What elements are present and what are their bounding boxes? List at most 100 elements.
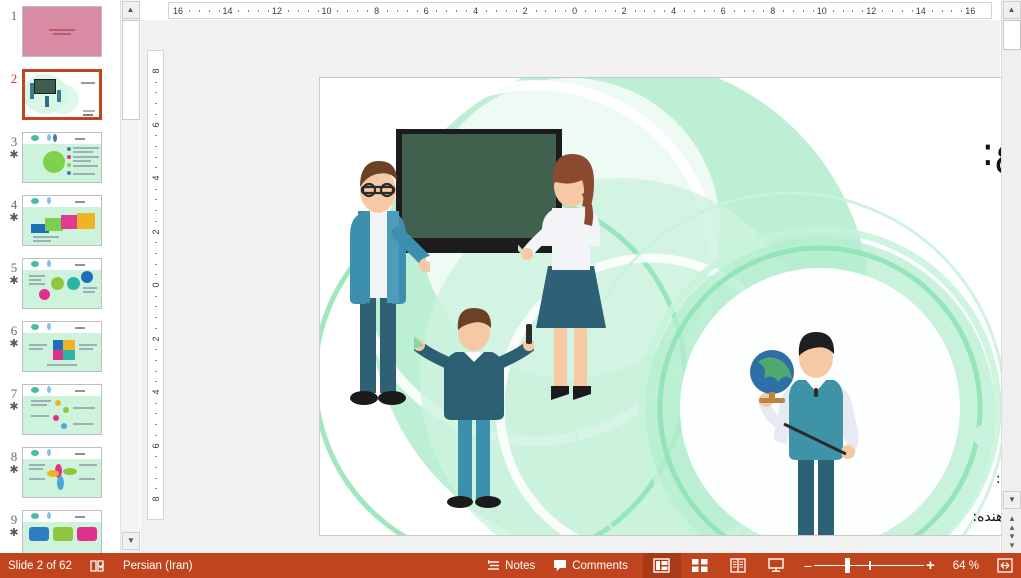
thumbnail-slide-6[interactable]: 6 ✱ (0, 321, 120, 384)
ruler-tick-h (268, 10, 269, 12)
thumbnail-slide-9[interactable]: 9 ✱ (0, 510, 120, 553)
thumbnail-frame[interactable] (22, 384, 102, 435)
proofing-status-button[interactable] (81, 553, 114, 578)
ruler-label-h: 2 (622, 6, 627, 16)
scroll-down-button[interactable]: ▼ (1003, 491, 1021, 509)
slide-show-view-button[interactable] (757, 553, 795, 578)
zoom-slider[interactable] (814, 553, 924, 578)
panel-scroll-thumb[interactable] (122, 20, 140, 120)
thumbnail-preview (23, 133, 101, 182)
thumbnail-slide-8[interactable]: 8 ✱ (0, 447, 120, 510)
ruler-label-v: 6 (151, 120, 161, 130)
scrollbar-thumb[interactable] (1003, 20, 1021, 50)
thumbnail-number: 7 (11, 386, 18, 401)
thumbnail-frame[interactable] (22, 6, 102, 57)
thumbnail-slide-5[interactable]: 5 ✱ (0, 258, 120, 321)
zoom-out-button[interactable]: − (795, 553, 814, 578)
notes-button[interactable]: Notes (478, 553, 544, 578)
horizontal-ruler[interactable]: 1614121086420246810121416 (168, 2, 992, 19)
fit-to-window-button[interactable] (988, 553, 1021, 578)
panel-scroll-down-button[interactable]: ▼ (122, 532, 140, 550)
normal-view-icon (653, 558, 670, 573)
ruler-tick-h (337, 10, 338, 12)
thumbnail-preview (25, 72, 99, 117)
ruler-tick-h (912, 10, 913, 12)
ruler-label-h: 6 (424, 6, 429, 16)
reading-view-button[interactable] (719, 553, 757, 578)
thumbnail-slide-1[interactable]: 1 (0, 6, 120, 69)
student-with-globe-figure (750, 328, 880, 536)
language-status[interactable]: Persian (Iran) (114, 553, 202, 578)
normal-view-button[interactable] (643, 553, 681, 578)
ruler-tick-h (199, 10, 200, 12)
ruler-tick-v (155, 328, 157, 329)
thumbnail-number: 1 (11, 8, 18, 23)
animation-star-icon: ✱ (9, 276, 18, 287)
ruler-label-v: 2 (151, 227, 161, 237)
ruler-tick-h (407, 10, 408, 12)
slide-sorter-view-button[interactable] (681, 553, 719, 578)
thumbnail-frame[interactable] (22, 195, 102, 246)
ruler-tick-h (219, 10, 220, 12)
ruler-tick-h (318, 10, 319, 12)
slide-workspace[interactable]: موضوع: استاد راهنما: ارائه دهنده: (141, 20, 1000, 553)
ruler-tick-h (882, 10, 883, 12)
presenter-text[interactable]: ارائه دهنده: (680, 506, 1021, 528)
ruler-tick-v (155, 488, 157, 489)
ruler-tick-h (644, 10, 645, 12)
animation-star-icon: ✱ (9, 150, 18, 161)
ruler-tick-h (763, 10, 764, 12)
ruler-tick-h (635, 10, 636, 12)
ruler-label-h: 4 (671, 6, 676, 16)
slide-title[interactable]: موضوع: (692, 126, 1021, 180)
thumbnail-panel-scrollbar[interactable]: ▲ ▼ (120, 0, 140, 553)
vertical-ruler[interactable]: 864202468 (147, 50, 164, 520)
zoom-level[interactable]: 64 % (944, 553, 988, 578)
ruler-tick-h (585, 10, 586, 12)
ruler-tick-v (155, 92, 157, 93)
thumbnail-frame[interactable] (22, 510, 102, 553)
comments-button[interactable]: Comments (544, 553, 637, 578)
scroll-up-button[interactable]: ▲ (1003, 1, 1021, 19)
female-teacher-figure (518, 136, 628, 426)
previous-slide-button[interactable]: ▴▴ (1005, 514, 1019, 532)
ruler-label-h: 10 (817, 6, 827, 16)
slide-canvas[interactable]: موضوع: استاد راهنما: ارائه دهنده: (319, 77, 1021, 536)
supervisor-text[interactable]: استاد راهنما: (710, 468, 1021, 490)
ruler-tick-h (367, 10, 368, 12)
slides-thumbnail-panel[interactable]: 1 2 (0, 0, 120, 553)
ruler-tick-v (155, 413, 157, 414)
thumbnail-frame[interactable] (22, 321, 102, 372)
panel-scroll-up-button[interactable]: ▲ (122, 1, 140, 19)
thumbnail-frame[interactable] (22, 258, 102, 309)
thumbnail-slide-7[interactable]: 7 ✱ (0, 384, 120, 447)
ruler-tick-h (387, 10, 388, 12)
vertical-scrollbar[interactable]: ▲ ▼ ▴▴ ▾▾ (1001, 0, 1021, 553)
next-slide-button[interactable]: ▾▾ (1005, 532, 1019, 550)
ruler-tick-h (714, 10, 715, 12)
ruler-tick-h (258, 10, 259, 12)
thumbnail-frame[interactable] (22, 132, 102, 183)
thumbnail-slide-4[interactable]: 4 ✱ (0, 195, 120, 258)
thumbnail-preview (23, 448, 101, 497)
ruler-label-v: 4 (151, 173, 161, 183)
thumbnail-number: 5 (11, 260, 18, 275)
thumbnail-slide-3[interactable]: 3 ✱ (0, 132, 120, 195)
ruler-tick-h (595, 10, 596, 12)
thumbnail-frame-selected[interactable] (22, 69, 102, 120)
ruler-tick-v (155, 296, 157, 297)
zoom-slider-handle[interactable] (845, 558, 850, 573)
thumbnail-preview (23, 322, 101, 371)
thumbnail-slide-2[interactable]: 2 (0, 69, 120, 132)
thumbnail-frame[interactable] (22, 447, 102, 498)
ruler-label-h: 16 (173, 6, 183, 16)
thumbnail-number: 3 (11, 134, 18, 149)
zoom-level-label: 64 % (953, 560, 979, 572)
thumbnail-number: 8 (11, 449, 18, 464)
ruler-tick-v (155, 114, 157, 115)
comment-icon (553, 559, 567, 572)
slide-sorter-icon (692, 558, 708, 573)
slide-counter[interactable]: Slide 2 of 62 (0, 553, 81, 578)
zoom-in-button[interactable]: + (924, 553, 944, 578)
ruler-tick-v (155, 167, 157, 168)
